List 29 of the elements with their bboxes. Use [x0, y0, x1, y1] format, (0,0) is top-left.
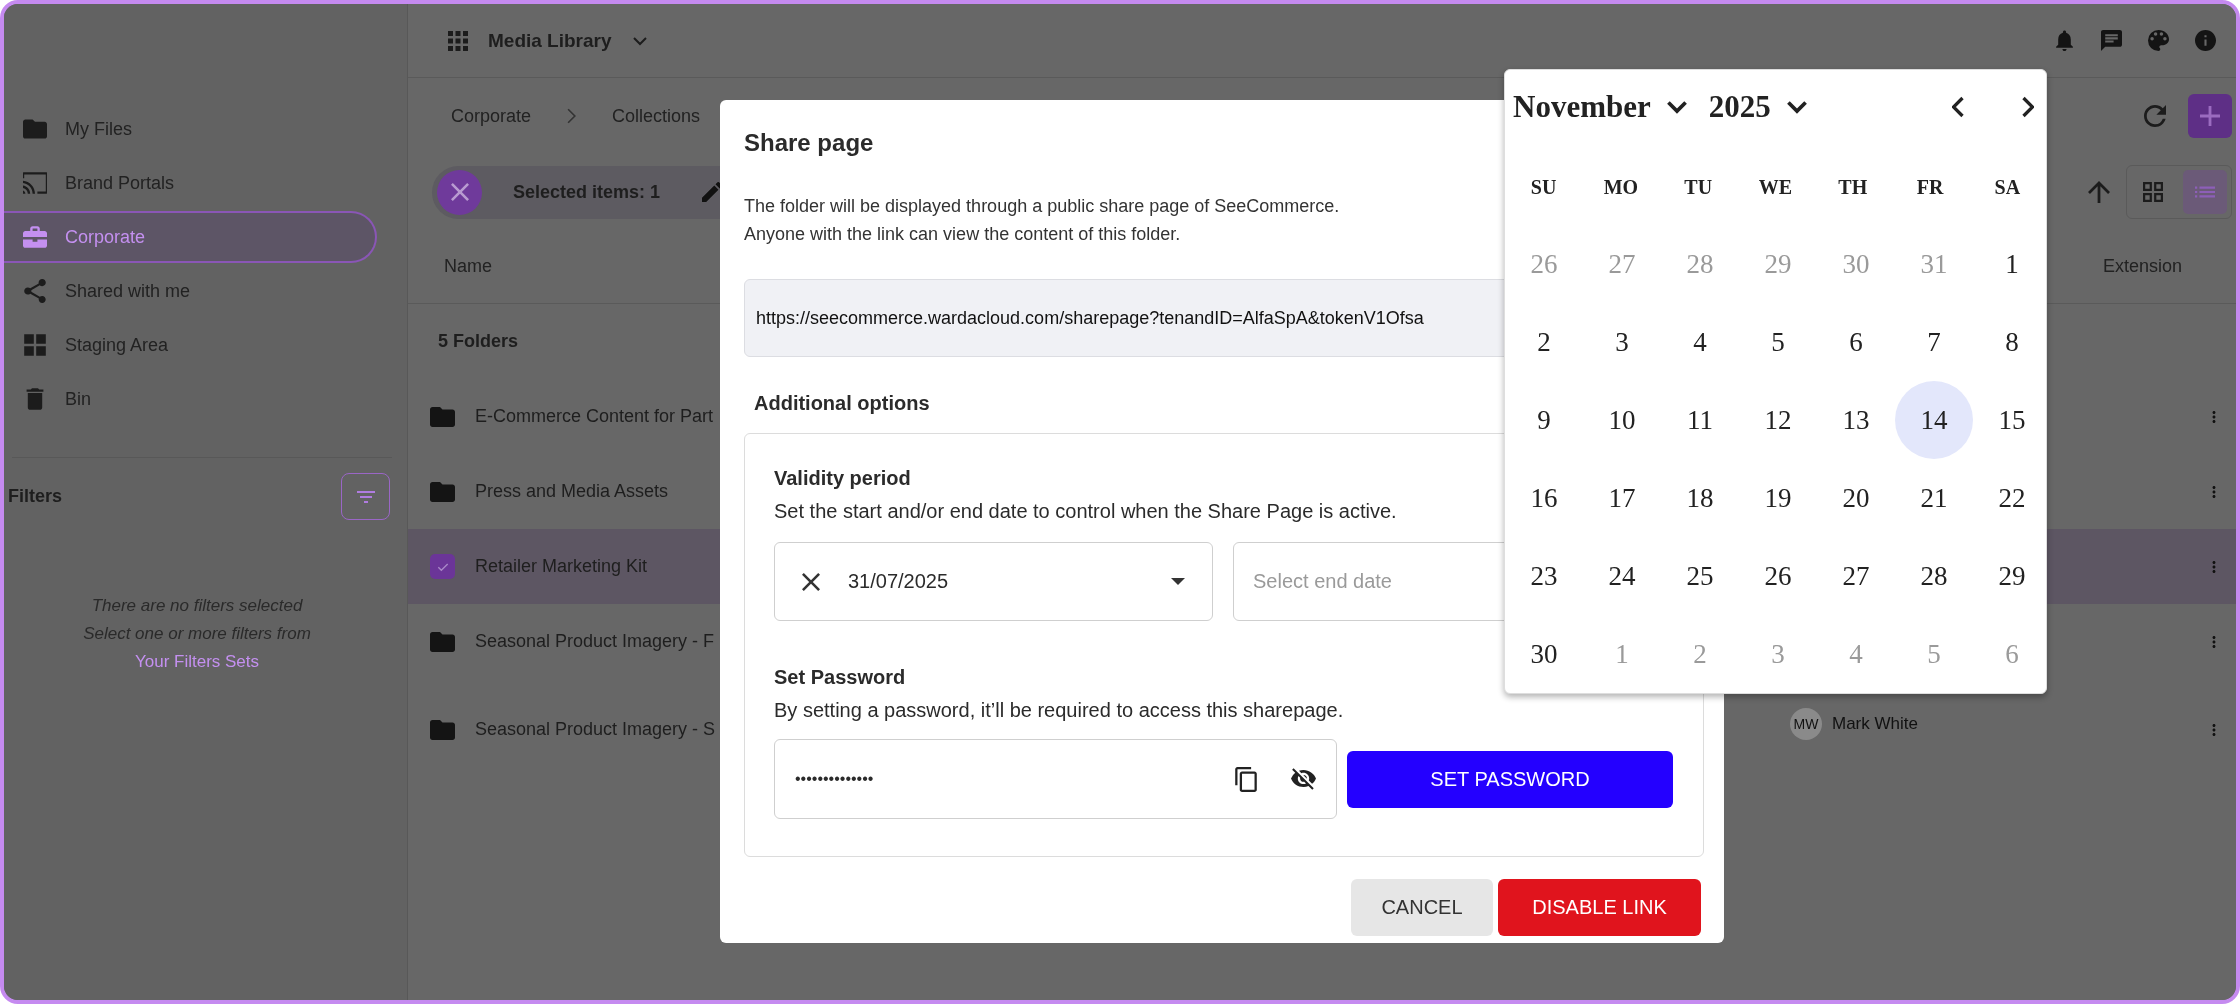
password-title: Set Password — [774, 665, 906, 690]
selected-count: Selected items: 1 — [513, 181, 661, 203]
avatar: MW — [1790, 708, 1822, 740]
start-date-value: 31/07/2025 — [848, 570, 949, 593]
dialog-title: Share page — [744, 128, 875, 158]
weekday-label: FR — [1916, 175, 1944, 199]
folder-name: E-Commerce Content for Part — [475, 406, 714, 427]
weekday-label: TU — [1684, 175, 1713, 199]
filters-title: Filters — [8, 486, 63, 507]
weekday-label: WE — [1758, 175, 1793, 199]
weekday-label: MO — [1603, 175, 1639, 199]
password-hint: By setting a password, it’ll be required to access this sharepage. — [774, 698, 1344, 723]
weekday-label: SA — [1994, 175, 2021, 199]
group-label: 5 Folders — [437, 330, 519, 353]
weekday-label: TH — [1838, 175, 1868, 199]
section-title: Additional options — [754, 391, 931, 416]
empty-filters-text: There are no filters selected — [91, 595, 303, 617]
password-value: •••••••••••••• — [795, 770, 874, 788]
folder-name: Seasonal Product Imagery - S — [475, 719, 716, 740]
folder-name: Retailer Marketing Kit — [475, 556, 648, 577]
dialog-description: Anyone with the link can view the content of this folder. — [744, 223, 1182, 246]
folder-name: Press and Media Assets — [475, 481, 669, 502]
owner-name: Mark White — [1832, 714, 1918, 734]
folder-name: Seasonal Product Imagery - F — [475, 631, 715, 652]
empty-filters-text: Select one or more filters from — [83, 623, 311, 645]
dialog-description: The folder will be displayed through a public share page of SeeCommerce. — [744, 195, 1341, 218]
weekday-label: SU — [1530, 175, 1557, 199]
validity-title: Validity period — [774, 466, 911, 491]
validity-hint: Set the start and/or end date to control when the Share Page is active. — [774, 499, 1397, 524]
